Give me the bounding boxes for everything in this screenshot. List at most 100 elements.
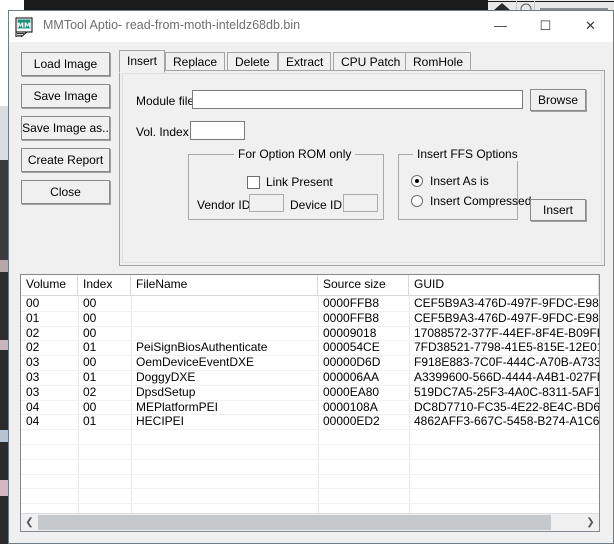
cell-source-size: 000054CE: [323, 340, 380, 355]
tab-extract[interactable]: Extract: [278, 52, 332, 72]
cell-filename: MEPlatformPEI: [136, 399, 219, 414]
module-list-view[interactable]: Volume Index FileName Source size GUID 00 00 0…: [20, 274, 600, 532]
background-toolbar-icons: [488, 1, 614, 10]
svg-text:MM: MM: [17, 22, 31, 30]
save-image-as-button[interactable]: Save Image as..: [21, 116, 110, 140]
tab-delete[interactable]: Delete: [227, 52, 278, 72]
title-bar[interactable]: MM MMTool Aptio- read-from-moth-inteldz6…: [9, 11, 613, 43]
insert-button[interactable]: Insert: [530, 199, 586, 221]
scrollbar-track[interactable]: [551, 515, 582, 530]
cell-source-size: 0000108A: [323, 399, 378, 414]
link-present-label: Link Present: [266, 175, 333, 189]
cell-source-size: 00000ED2: [323, 414, 380, 429]
column-header-volume[interactable]: Volume: [21, 275, 78, 295]
cell-volume: 03: [26, 355, 40, 370]
column-header-guid[interactable]: GUID: [409, 275, 599, 295]
column-header-index[interactable]: Index: [78, 275, 131, 295]
tab-replace[interactable]: Replace: [165, 52, 226, 72]
insert-as-is-label: Insert As is: [430, 174, 489, 188]
table-row[interactable]: 01 00 0000FFB8 CEF5B9A3-476D-497F-9FDC-E981…: [21, 311, 599, 326]
cell-index: 00: [83, 325, 97, 340]
cell-guid: 519DC7A5-25F3-4A0C-8311-5AF1B259F: [414, 384, 599, 399]
vendor-id-input[interactable]: [249, 194, 284, 212]
option-rom-group-title: For Option ROM only: [234, 147, 356, 161]
column-header-source-size[interactable]: Source size: [318, 275, 409, 295]
cell-filename: [131, 296, 318, 311]
close-button[interactable]: Close: [21, 180, 110, 204]
maximize-icon: ☐: [539, 18, 552, 33]
table-row[interactable]: 04 01 HECIPEI 00000ED2 4862AFF3-667C-5458-B2…: [21, 414, 599, 429]
cell-volume: 04: [26, 414, 40, 429]
table-row[interactable]: 03 00 OemDeviceEventDXE 00000D6D F918E883-7C…: [21, 355, 599, 370]
table-row-empty[interactable]: [21, 444, 599, 459]
table-row-empty[interactable]: [21, 459, 599, 474]
minimize-button[interactable]: —: [478, 11, 523, 41]
cell-filename: PeiSignBiosAuthenticate: [136, 340, 268, 355]
column-header-filename[interactable]: FileName: [131, 275, 318, 295]
background-window-left-strip: [0, 10, 8, 544]
vendor-id-label: Vendor ID: [197, 198, 251, 212]
cell-guid: 7FD38521-7798-41E5-815E-12E01FE23: [414, 340, 599, 355]
device-id-label: Device ID: [290, 198, 343, 212]
cell-source-size: 0000FFB8: [323, 296, 380, 310]
close-window-button[interactable]: ✕: [568, 11, 613, 41]
cell-volume: 01: [26, 310, 40, 325]
cell-volume: 03: [26, 384, 40, 399]
background-window-toolbar-fragment: [488, 0, 614, 10]
tab-romhole[interactable]: RomHole: [405, 52, 472, 72]
table-row[interactable]: 00 00 0000FFB8 CEF5B9A3-476D-497F-9FDC-E981…: [21, 296, 599, 311]
cell-guid: F918E883-7C0F-444C-A70B-A73350112: [414, 355, 599, 370]
table-row-empty[interactable]: [21, 429, 599, 444]
table-row[interactable]: 03 02 DpsdSetup 0000EA80 519DC7A5-25F3-4A0C-…: [21, 385, 599, 400]
scrollbar-thumb[interactable]: [38, 515, 551, 530]
device-id-input[interactable]: [343, 194, 378, 212]
module-file-input[interactable]: [192, 90, 523, 109]
cell-filename: DpsdSetup: [136, 384, 196, 399]
horizontal-scrollbar[interactable]: ❮ ❯: [21, 513, 599, 531]
cell-guid: CEF5B9A3-476D-497F-9FDC-E98143E04: [414, 310, 599, 325]
cell-index: 00: [83, 355, 97, 370]
cell-index: 01: [83, 369, 97, 384]
insert-ffs-options-group: Insert FFS Options Insert As is Insert C…: [398, 147, 531, 220]
tab-cpu-patch[interactable]: CPU Patch: [333, 52, 409, 72]
cell-source-size: 00000D6D: [323, 355, 381, 370]
minimize-icon: —: [494, 18, 507, 33]
scroll-right-arrow-icon[interactable]: ❯: [582, 514, 599, 531]
radio-insert-compressed[interactable]: [411, 195, 423, 207]
save-image-button[interactable]: Save Image: [21, 84, 110, 108]
cell-guid: DC8D7710-FC35-4E22-8E4C-BD63A63F: [414, 399, 599, 414]
close-icon: ✕: [585, 18, 596, 33]
table-row[interactable]: 02 00 00009018 17088572-377F-44EF-8F4E-B09F…: [21, 326, 599, 341]
browse-button[interactable]: Browse: [530, 89, 586, 111]
table-row[interactable]: 03 01 DoggyDXE 000006AA A3399600-566D-4444-A…: [21, 370, 599, 385]
radio-insert-as-is[interactable]: [411, 175, 423, 187]
table-row-empty[interactable]: [21, 474, 599, 489]
cell-guid: A3399600-566D-4444-A4B1-027FDC66A: [414, 369, 599, 384]
table-row[interactable]: 02 01 PeiSignBiosAuthenticate 000054CE 7FD38…: [21, 340, 599, 355]
module-file-label: Module file: [136, 94, 195, 108]
cell-index: 02: [83, 384, 97, 399]
vol-index-label: Vol. Index: [136, 125, 189, 139]
table-row[interactable]: 04 00 MEPlatformPEI 0000108A DC8D7710-FC35-4…: [21, 400, 599, 415]
create-report-button[interactable]: Create Report: [21, 148, 110, 172]
tab-insert[interactable]: Insert: [119, 50, 166, 73]
mmtool-window: MM MMTool Aptio- read-from-moth-inteldz6…: [8, 10, 614, 544]
link-present-checkbox[interactable]: [247, 176, 260, 189]
maximize-button[interactable]: ☐: [523, 11, 568, 41]
cell-index: 01: [83, 414, 97, 429]
cell-guid: 17088572-377F-44EF-8F4E-B09FFF46A0: [414, 325, 599, 340]
mmtool-app-icon: MM: [15, 17, 35, 38]
list-body: 00 00 0000FFB8 CEF5B9A3-476D-497F-9FDC-E981…: [21, 296, 599, 516]
cell-source-size: 0000EA80: [323, 384, 380, 399]
vol-index-input[interactable]: [190, 121, 245, 140]
table-row-empty[interactable]: [21, 488, 599, 503]
cell-filename: [131, 326, 318, 341]
insert-tab-panel: Module file Browse Vol. Index For Option…: [119, 70, 605, 266]
cell-filename: [131, 311, 318, 326]
list-header-row: Volume Index FileName Source size GUID: [21, 275, 599, 296]
cell-filename: OemDeviceEventDXE: [136, 355, 255, 370]
scroll-left-arrow-icon[interactable]: ❮: [21, 514, 38, 531]
tab-strip: Insert Replace Delete Extract CPU Patch …: [119, 50, 605, 73]
load-image-button[interactable]: Load Image: [21, 52, 110, 76]
cell-volume: 00: [26, 296, 40, 310]
